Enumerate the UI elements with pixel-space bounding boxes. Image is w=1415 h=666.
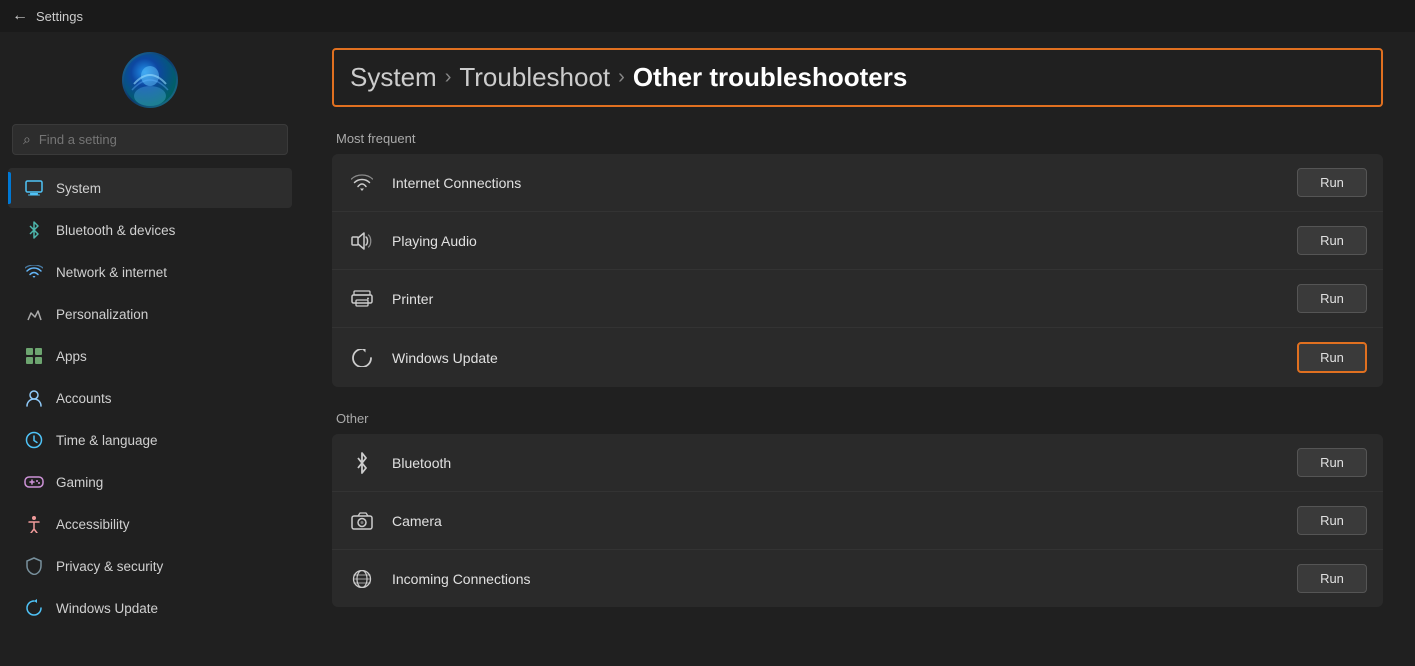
search-box[interactable]: ⌕ <box>12 124 288 155</box>
audio-icon <box>348 227 376 255</box>
nav-item-gaming[interactable]: Gaming <box>8 462 292 502</box>
network-icon <box>24 262 44 282</box>
other-label: Other <box>332 411 1383 426</box>
incoming-item-name: Incoming Connections <box>392 571 1281 587</box>
nav-label-system: System <box>56 181 101 196</box>
winupdate-run-button[interactable]: Run <box>1297 342 1367 373</box>
privacy-icon <box>24 556 44 576</box>
nav-label-personalization: Personalization <box>56 307 148 322</box>
bluetooth-icon <box>24 220 44 240</box>
most-frequent-list: Internet Connections Run Playing Audio R… <box>332 154 1383 387</box>
camera-icon <box>348 507 376 535</box>
printer-run-button[interactable]: Run <box>1297 284 1367 313</box>
camera-item-name: Camera <box>392 513 1281 529</box>
nav-label-time: Time & language <box>56 433 158 448</box>
avatar[interactable] <box>122 52 178 108</box>
nav-label-accounts: Accounts <box>56 391 112 406</box>
content-area: System › Troubleshoot › Other troublesho… <box>300 32 1415 666</box>
apps-icon <box>24 346 44 366</box>
titlebar: ← Settings <box>0 0 1415 32</box>
nav-item-system[interactable]: System <box>8 168 292 208</box>
printer-icon <box>348 285 376 313</box>
internet-icon <box>348 169 376 197</box>
nav-label-network: Network & internet <box>56 265 167 280</box>
bluetooth-run-button[interactable]: Run <box>1297 448 1367 477</box>
breadcrumb-sep2: › <box>618 66 625 89</box>
nav-item-update[interactable]: Windows Update <box>8 588 292 628</box>
nav-label-update: Windows Update <box>56 601 158 616</box>
breadcrumb-system[interactable]: System <box>350 62 437 93</box>
printer-name: Printer <box>392 291 1281 307</box>
list-item: Playing Audio Run <box>332 212 1383 270</box>
personalization-icon <box>24 304 44 324</box>
nav-item-privacy[interactable]: Privacy & security <box>8 546 292 586</box>
list-item: Windows Update Run <box>332 328 1383 387</box>
list-item: Camera Run <box>332 492 1383 550</box>
list-item: Internet Connections Run <box>332 154 1383 212</box>
nav-item-apps[interactable]: Apps <box>8 336 292 376</box>
nav-item-accounts[interactable]: Accounts <box>8 378 292 418</box>
nav-label-privacy: Privacy & security <box>56 559 163 574</box>
audio-name: Playing Audio <box>392 233 1281 249</box>
internet-run-button[interactable]: Run <box>1297 168 1367 197</box>
list-item: Printer Run <box>332 270 1383 328</box>
nav-item-network[interactable]: Network & internet <box>8 252 292 292</box>
gaming-icon <box>24 472 44 492</box>
nav-item-accessibility[interactable]: Accessibility <box>8 504 292 544</box>
accessibility-icon <box>24 514 44 534</box>
other-list: Bluetooth Run Camera Run <box>332 434 1383 607</box>
breadcrumb: System › Troubleshoot › Other troublesho… <box>332 48 1383 107</box>
most-frequent-label: Most frequent <box>332 131 1383 146</box>
camera-run-button[interactable]: Run <box>1297 506 1367 535</box>
bluetooth-item-icon <box>348 449 376 477</box>
breadcrumb-current: Other troubleshooters <box>633 62 907 93</box>
incoming-icon <box>348 565 376 593</box>
main-layout: ⌕ System Bluetooth & devices <box>0 32 1415 666</box>
nav-label-bluetooth: Bluetooth & devices <box>56 223 175 238</box>
time-icon <box>24 430 44 450</box>
incoming-run-button[interactable]: Run <box>1297 564 1367 593</box>
nav-item-bluetooth[interactable]: Bluetooth & devices <box>8 210 292 250</box>
audio-run-button[interactable]: Run <box>1297 226 1367 255</box>
list-item: Incoming Connections Run <box>332 550 1383 607</box>
system-icon <box>24 178 44 198</box>
sidebar: ⌕ System Bluetooth & devices <box>0 32 300 666</box>
search-input[interactable] <box>39 132 277 147</box>
avatar-section <box>0 40 300 124</box>
back-button[interactable]: ← <box>12 7 28 25</box>
breadcrumb-troubleshoot[interactable]: Troubleshoot <box>459 62 610 93</box>
app-title: Settings <box>36 9 83 24</box>
nav-item-personalization[interactable]: Personalization <box>8 294 292 334</box>
nav-label-gaming: Gaming <box>56 475 103 490</box>
winupdate-icon <box>348 344 376 372</box>
winupdate-name: Windows Update <box>392 350 1281 366</box>
list-item: Bluetooth Run <box>332 434 1383 492</box>
breadcrumb-sep1: › <box>445 66 452 89</box>
update-icon <box>24 598 44 618</box>
bluetooth-item-name: Bluetooth <box>392 455 1281 471</box>
internet-name: Internet Connections <box>392 175 1281 191</box>
nav-label-apps: Apps <box>56 349 87 364</box>
nav-item-time[interactable]: Time & language <box>8 420 292 460</box>
nav-label-accessibility: Accessibility <box>56 517 130 532</box>
search-icon: ⌕ <box>23 131 31 148</box>
accounts-icon <box>24 388 44 408</box>
